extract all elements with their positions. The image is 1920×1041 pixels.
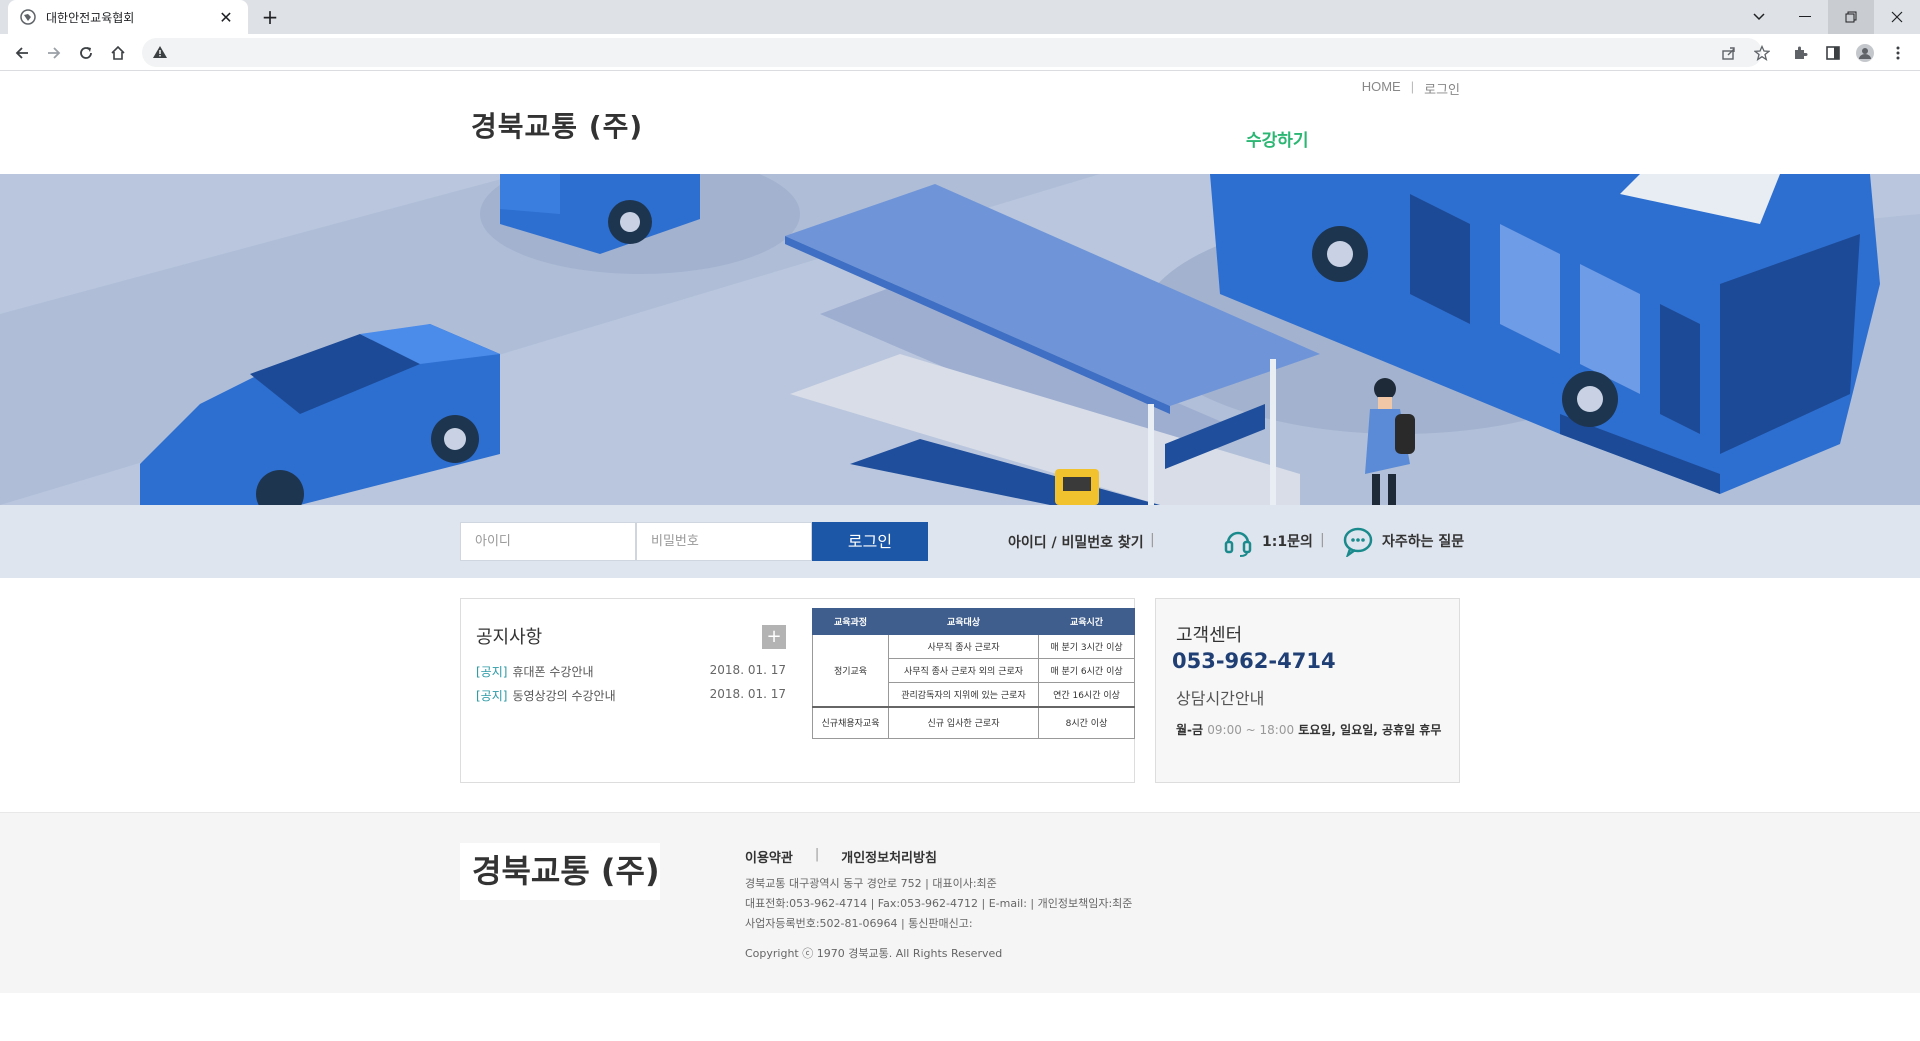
notice-title: 공지사항 [476,627,543,648]
tab-title: 대한안전교육협회 [46,10,135,25]
side-panel-icon[interactable] [1819,39,1847,67]
share-icon[interactable] [1715,39,1743,67]
utility-nav: HOME | 로그인 [1362,79,1460,98]
close-window-icon[interactable] [1874,0,1920,34]
nav-separator: | [1410,79,1415,94]
notice-item[interactable]: [공지] 동영상강의 수강안내 2018. 01. 17 [476,687,786,704]
back-icon[interactable] [8,39,36,67]
closed-days: 토요일, 일요일, 공휴일 휴무 [1298,723,1442,737]
browser-toolbar [0,34,1920,71]
hero-banner [0,174,1920,505]
chat-bubble-icon [1343,527,1373,557]
home-icon[interactable] [104,39,132,67]
reload-icon[interactable] [72,39,100,67]
address-bar[interactable] [142,38,1762,67]
notice-tag: [공지] [476,665,508,679]
time-cell: 매 분기 3시간 이상 [1038,634,1135,659]
web-page: HOME | 로그인 경북교통 (주) 수강하기 아이디 비밀번호 로그인 아이… [0,71,1920,1041]
faq-label: 자주하는 질문 [1382,534,1465,550]
minimize-icon[interactable] [1782,0,1828,34]
privacy-policy-link[interactable]: 개인정보처리방침 [841,847,937,866]
site-logo[interactable]: 경북교통 (주) [471,105,643,145]
notice-date: 2018. 01. 17 [709,663,786,677]
separator: | [1320,532,1325,548]
table-row: 정기교육 사무직 종사 근로자 매 분기 3시간 이상 [812,634,1135,707]
target-cell: 신규 입사한 근로자 [888,705,1039,739]
target-cell: 사무직 종사 근로자 [888,634,1039,659]
profile-avatar-icon[interactable] [1851,39,1879,67]
course-cell: 정기교육 [812,634,889,707]
business-time: 09:00 ~ 18:00 [1207,723,1295,737]
target-cell: 사무직 종사 근로자 외의 근로자 [888,658,1039,683]
company-registration: 사업자등록번호:502-81-06964 | 통신판매신고: [745,917,973,930]
customer-phone: 053-962-4714 [1172,649,1336,673]
time-cell: 연간 16시간 이상 [1038,682,1135,707]
globe-icon [20,9,36,25]
browser-tab[interactable]: 대한안전교육협회 ✕ [8,0,248,34]
login-bar: 아이디 비밀번호 로그인 아이디 / 비밀번호 찾기 | 1:1문의 | 자주하… [0,505,1920,578]
table-header: 교육대상 [888,608,1039,635]
table-header: 교육시간 [1038,608,1135,635]
find-id-password-link[interactable]: 아이디 / 비밀번호 찾기 [1008,532,1144,552]
copyright: Copyright ⓒ 1970 경북교통. All Rights Reserv… [745,947,1003,960]
business-days: 월-금 [1176,723,1204,737]
restore-icon[interactable] [1828,0,1874,34]
course-cell: 신규채용자교육 [812,705,889,739]
table-header: 교육과정 [812,608,889,635]
notice-tag: [공지] [476,689,508,703]
inquiry-link[interactable]: 1:1문의 [1222,523,1313,559]
home-link[interactable]: HOME [1362,79,1401,98]
education-table: 교육과정 교육대상 교육시간 정기교육 사무직 종사 근로자 매 분기 3시간 … [812,608,1135,739]
company-address: 경북교통 대구광역시 동구 경안로 752 | 대표이사:최준 [745,877,997,890]
site-footer: 경북교통 (주) 이용약관 | 개인정보처리방침 경북교통 대구광역시 동구 경… [0,812,1920,993]
table-row: 신규채용자교육 신규 입사한 근로자 8시간 이상 [812,705,1135,739]
faq-link[interactable]: 자주하는 질문 [1342,523,1464,559]
extensions-icon[interactable] [1786,39,1814,67]
hero-illustration [0,174,1920,505]
separator: | [1150,532,1155,548]
id-input[interactable]: 아이디 [460,522,636,561]
footer-separator: | [814,847,820,862]
terms-link[interactable]: 이용약관 [745,847,793,866]
notice-more-button[interactable]: + [762,625,786,649]
browser-tab-bar: 대한안전교육협회 ✕ + [0,0,1920,34]
bookmark-star-icon[interactable] [1748,39,1776,67]
close-tab-icon[interactable]: ✕ [216,8,236,27]
login-link[interactable]: 로그인 [1424,79,1460,98]
login-button[interactable]: 로그인 [812,522,928,561]
footer-logo: 경북교통 (주) [460,843,660,900]
customer-center-panel: 고객센터 053-962-4714 상담시간안내 월-금 09:00 ~ 18:… [1155,598,1460,783]
notice-item-title[interactable]: 동영상강의 수강안내 [512,687,709,704]
menu-enroll[interactable]: 수강하기 [1246,126,1309,151]
forward-icon[interactable] [40,39,68,67]
not-secure-warning-icon[interactable] [152,44,168,60]
password-input[interactable]: 비밀번호 [636,522,812,561]
tab-search-icon[interactable] [1736,0,1782,34]
menu-kebab-icon[interactable] [1884,39,1912,67]
notice-date: 2018. 01. 17 [709,687,786,701]
target-cell: 관리감독자의 지위에 있는 근로자 [888,682,1039,707]
notice-item-title[interactable]: 휴대폰 수강안내 [512,663,709,680]
company-contact: 대표전화:053-962-4714 | Fax:053-962-4712 | E… [745,897,1133,910]
time-cell: 매 분기 6시간 이상 [1038,658,1135,683]
new-tab-button[interactable]: + [258,5,282,29]
notice-item[interactable]: [공지] 휴대폰 수강안내 2018. 01. 17 [476,663,786,680]
inquiry-label: 1:1문의 [1262,534,1313,550]
business-hours: 월-금 09:00 ~ 18:00 토요일, 일요일, 공휴일 휴무 [1176,721,1441,738]
footer-links: 이용약관 | 개인정보처리방침 [745,847,937,866]
time-cell: 8시간 이상 [1038,705,1135,739]
headset-icon [1224,531,1252,557]
customer-center-title: 고객센터 [1176,625,1243,646]
hours-title: 상담시간안내 [1176,689,1265,708]
